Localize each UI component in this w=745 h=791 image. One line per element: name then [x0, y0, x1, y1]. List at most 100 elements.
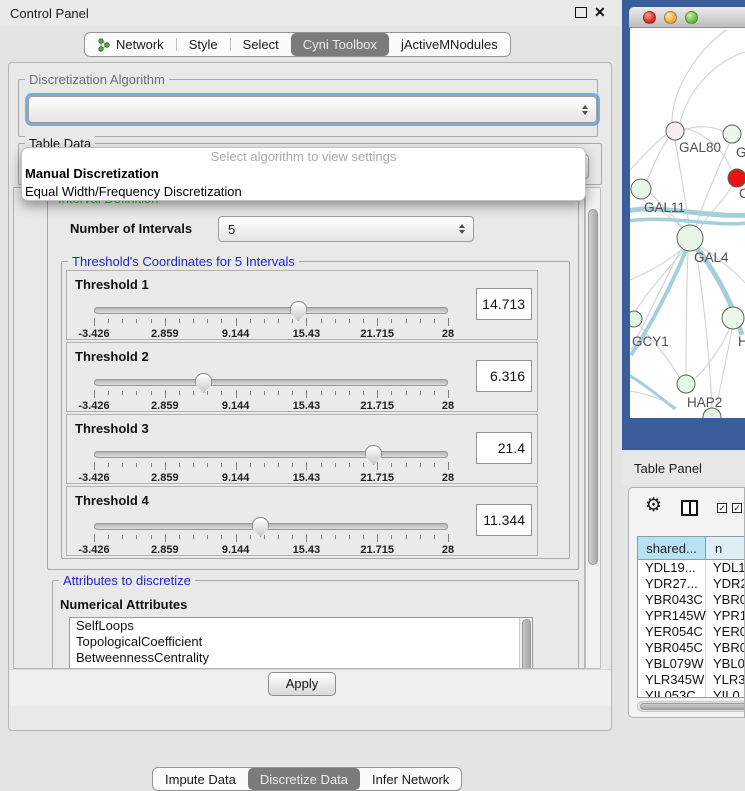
settings-scrollbar[interactable] — [585, 187, 601, 669]
close-traffic-light-icon[interactable] — [643, 11, 656, 24]
tab-label: Impute Data — [165, 772, 236, 787]
list-item[interactable]: TopologicalCoefficient — [70, 634, 532, 650]
slider-ticks — [94, 534, 448, 543]
float-window-icon[interactable] — [575, 7, 587, 18]
tab-infer-network[interactable]: Infer Network — [360, 768, 461, 790]
table-panel-titlebar: Table Panel — [622, 452, 745, 485]
node-top-right[interactable] — [723, 125, 741, 143]
table-panel: ⚙ ✓ ✓ shared... n YDL19...YDL1 YDR27...Y… — [628, 487, 745, 718]
tab-discretize-data[interactable]: Discretize Data — [248, 768, 360, 790]
slider-track[interactable] — [94, 451, 448, 458]
table-row[interactable]: YLR345WYLR3 — [638, 672, 745, 688]
select-none-checkbox-icon[interactable]: ✓ — [732, 503, 742, 513]
table-row[interactable]: YER054CYER0 — [638, 624, 745, 640]
table-row[interactable]: YDR27...YDR2 — [638, 576, 745, 592]
table-row[interactable]: YDL19...YDL1 — [638, 560, 745, 576]
threshold-slider[interactable]: -3.4262.8599.14415.4321.71528 — [94, 520, 448, 554]
threshold-slider[interactable]: -3.4262.8599.14415.4321.71528 — [94, 304, 448, 338]
node-red-selected[interactable] — [728, 169, 745, 187]
interval-definition-fieldset: Interval Definition Number of Intervals … — [47, 198, 579, 570]
threshold-slider[interactable]: -3.4262.8599.14415.4321.71528 — [94, 448, 448, 482]
numerical-attributes-label: Numerical Attributes — [60, 597, 187, 612]
dropdown-placeholder: Select algorithm to view settings — [22, 148, 585, 165]
threshold-value-field[interactable]: 11.344 — [476, 504, 532, 536]
tab-label: Select — [243, 37, 279, 52]
node-gal11[interactable] — [631, 179, 651, 199]
table-toolbar: ⚙ ✓ ✓ — [629, 488, 744, 530]
close-icon[interactable]: ✕ — [594, 4, 606, 21]
tab-select[interactable]: Select — [231, 33, 291, 56]
node-gal80[interactable] — [666, 122, 684, 140]
control-panel-tabs: Network Style Select Cyni Toolbox jActiv… — [84, 32, 511, 57]
table-header-row: shared... n — [638, 537, 745, 560]
tab-style[interactable]: Style — [177, 33, 230, 56]
threshold-label: Threshold 3 — [75, 421, 149, 436]
apply-button[interactable]: Apply — [268, 672, 336, 696]
attributes-fieldset: Attributes to discretize Numerical Attri… — [52, 580, 579, 669]
tab-label: Discretize Data — [260, 772, 348, 787]
threshold-label: Threshold 4 — [75, 493, 149, 508]
list-scrollbar[interactable] — [519, 618, 532, 669]
number-of-intervals-combobox[interactable]: 5 — [218, 216, 474, 242]
list-item[interactable]: BetweennessCentrality — [70, 650, 532, 666]
network-window-titlebar[interactable] — [629, 7, 745, 28]
table-panel-title: Table Panel — [634, 461, 702, 476]
threshold-value-field[interactable]: 14.713 — [476, 288, 532, 320]
column-view-icon[interactable] — [681, 500, 698, 516]
attributes-listbox[interactable]: SelfLoops TopologicalCoefficient Between… — [69, 617, 533, 669]
table-row[interactable]: YIL053CYIL0 — [638, 688, 745, 698]
node-label: HAP2 — [687, 395, 722, 410]
threshold-1-panel: Threshold 1 -3.4262.8599.14415.4321.7152… — [66, 270, 538, 340]
slider-tick-labels: -3.4262.8599.14415.4321.71528 — [94, 544, 448, 556]
tab-label: jActiveMNodules — [401, 37, 498, 52]
threshold-value-field[interactable]: 6.316 — [476, 360, 532, 392]
panel-title: Control Panel — [10, 6, 89, 21]
node-hap2[interactable] — [677, 375, 695, 393]
node-h[interactable] — [722, 307, 744, 329]
table-horizontal-scrollbar[interactable] — [637, 701, 745, 712]
node-attribute-table: shared... n YDL19...YDL1 YDR27...YDR2 YB… — [637, 536, 745, 698]
table-row[interactable]: YBR043CYBR0 — [638, 592, 745, 608]
slider-tick-labels: -3.4262.8599.14415.4321.71528 — [94, 328, 448, 340]
tab-label: Infer Network — [372, 772, 449, 787]
table-body: YDL19...YDL1 YDR27...YDR2 YBR043CYBR0 YP… — [638, 560, 745, 698]
dropdown-option-equal-width[interactable]: Equal Width/Frequency Discretization — [22, 183, 585, 201]
threshold-2-panel: Threshold 2 -3.4262.8599.14415.4321.7152… — [66, 342, 538, 412]
tab-network[interactable]: Network — [85, 33, 176, 56]
column-header-name[interactable]: n — [706, 537, 745, 559]
slider-track[interactable] — [94, 523, 448, 530]
zoom-traffic-light-icon[interactable] — [685, 11, 698, 24]
tab-label: Network — [116, 37, 164, 52]
threshold-value-field[interactable]: 21.4 — [476, 432, 532, 464]
fieldset-legend: Threshold's Coordinates for 5 Intervals — [68, 254, 299, 269]
slider-ticks — [94, 390, 448, 399]
minimize-traffic-light-icon[interactable] — [664, 11, 677, 24]
select-all-checkbox-icon[interactable]: ✓ — [717, 503, 727, 513]
node-gcy1[interactable] — [630, 311, 642, 327]
table-row[interactable]: YBR045CYBR0 — [638, 640, 745, 656]
settings-scroll-area: Interval Definition Number of Intervals … — [13, 187, 585, 669]
application-window: Control Panel ✕ Network Style Select Cyn… — [0, 0, 745, 745]
dropdown-option-manual[interactable]: Manual Discretization — [22, 165, 585, 183]
table-row[interactable]: YBL079WYBL0 — [638, 656, 745, 672]
table-row[interactable]: YPR145WYPR1 — [638, 608, 745, 624]
list-item[interactable]: SelfLoops — [70, 618, 532, 634]
algorithm-combobox[interactable] — [28, 96, 597, 123]
threshold-slider[interactable]: -3.4262.8599.14415.4321.71528 — [94, 376, 448, 410]
column-header-shared-name[interactable]: shared... — [638, 537, 706, 559]
slider-track[interactable] — [94, 307, 448, 314]
gear-icon[interactable]: ⚙ — [645, 496, 662, 515]
tab-jactivemnodules[interactable]: jActiveMNodules — [389, 33, 510, 56]
node-label: GAL4 — [694, 250, 729, 265]
node-label: GAL11 — [644, 200, 685, 215]
network-canvas[interactable]: GAL80 G C GAL11 GAL4 GCY1 H HAP2 — [630, 28, 745, 418]
threshold-label: Threshold 1 — [75, 277, 149, 292]
number-of-intervals-label: Number of Intervals — [70, 221, 192, 236]
node-gal4[interactable] — [677, 225, 703, 251]
network-graph: GAL80 G C GAL11 GAL4 GCY1 H HAP2 — [630, 28, 745, 418]
tab-label: Cyni Toolbox — [303, 37, 377, 52]
tab-impute-data[interactable]: Impute Data — [153, 768, 248, 790]
tab-cyni-toolbox[interactable]: Cyni Toolbox — [291, 33, 389, 56]
slider-track[interactable] — [94, 379, 448, 386]
combo-arrows-icon — [459, 224, 465, 234]
